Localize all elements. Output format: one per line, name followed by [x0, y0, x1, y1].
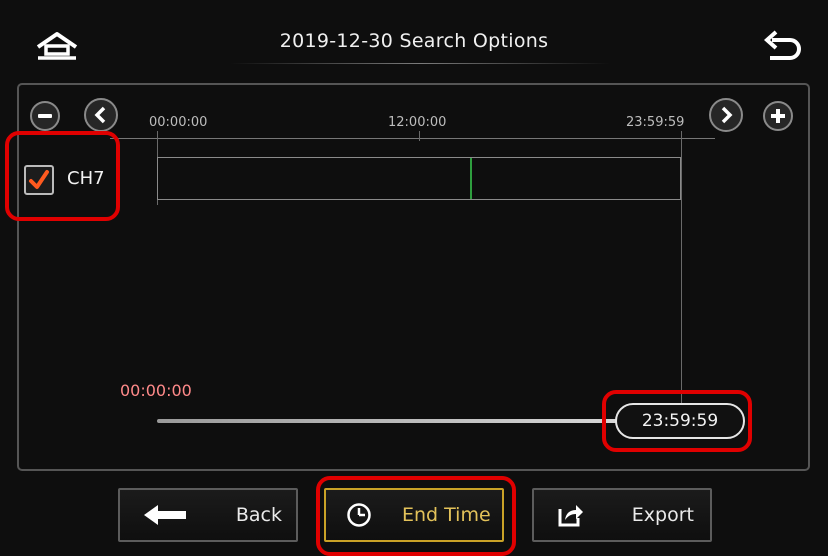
tick-label-end: 23:59:59 — [626, 115, 685, 130]
end-time-input[interactable]: 23:59:59 — [615, 403, 745, 439]
back-button-label: Back — [235, 504, 282, 526]
title-divider — [230, 63, 610, 64]
clock-icon — [347, 503, 371, 527]
channel-checkbox[interactable] — [24, 165, 54, 195]
time-ruler — [110, 138, 715, 139]
minus-icon — [38, 114, 52, 118]
page-title: 2019-12-30 Search Options — [279, 30, 549, 52]
scroll-left-button[interactable] — [84, 98, 118, 132]
plus-icon — [771, 109, 785, 123]
end-time-button-label: End Time — [402, 504, 491, 526]
tick-label-middle: 12:00:00 — [388, 115, 447, 130]
recording-marker — [470, 158, 472, 199]
zoom-in-button[interactable] — [763, 101, 793, 131]
arrow-left-icon — [144, 505, 186, 525]
chevron-right-icon — [721, 106, 733, 124]
ruler-mid-tick — [419, 131, 420, 141]
start-time-label: 00:00:00 — [120, 381, 192, 400]
recording-track[interactable] — [157, 157, 681, 200]
channel-label: CH7 — [67, 168, 105, 189]
end-time-button[interactable]: End Time — [324, 488, 504, 542]
export-icon — [558, 505, 583, 527]
chevron-left-icon — [94, 106, 106, 124]
export-button-label: Export — [631, 504, 694, 526]
undo-arrow-icon[interactable] — [760, 30, 804, 64]
scroll-right-button[interactable] — [709, 98, 743, 132]
check-mark-icon — [29, 170, 49, 189]
export-button[interactable]: Export — [532, 488, 712, 542]
end-time-cursor[interactable] — [681, 131, 682, 406]
time-range-slider[interactable] — [157, 419, 627, 423]
tick-label-start: 00:00:00 — [149, 115, 208, 130]
back-button[interactable]: Back — [118, 488, 298, 542]
zoom-out-button[interactable] — [30, 101, 60, 131]
